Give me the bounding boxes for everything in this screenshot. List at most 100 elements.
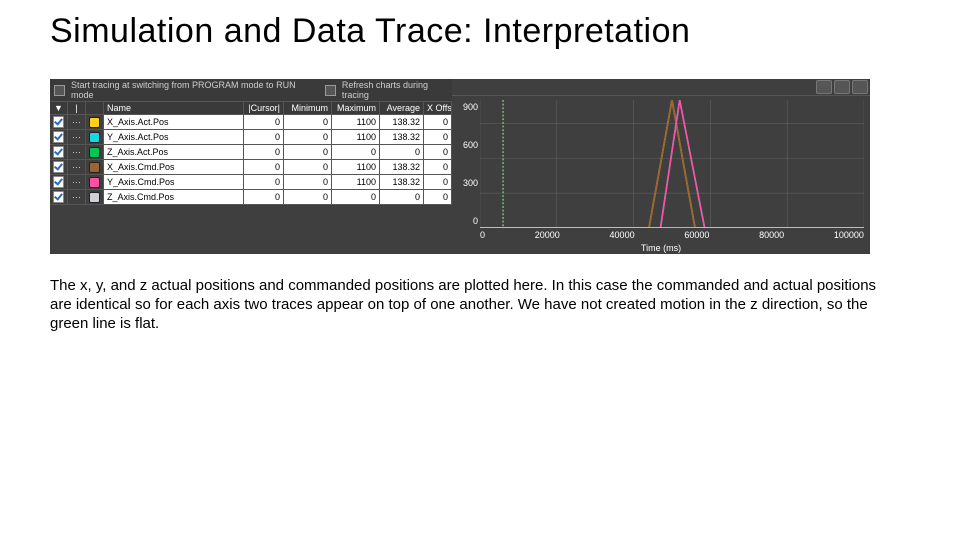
row-enable-checkbox[interactable]	[50, 190, 68, 204]
row-name: Z_Axis.Cmd.Pos	[104, 190, 244, 204]
chart-toolbar	[452, 79, 870, 96]
table-row[interactable]: ⋯X_Axis.Act.Pos001100138.320	[50, 115, 452, 130]
row-xoffset: 0	[424, 130, 452, 144]
checkbox-refresh-charts[interactable]	[325, 85, 336, 96]
x-tick: 20000	[535, 230, 560, 240]
row-enable-checkbox[interactable]	[50, 130, 68, 144]
row-min: 0	[284, 160, 332, 174]
row-name: X_Axis.Cmd.Pos	[104, 160, 244, 174]
row-cursor-val: 0	[244, 145, 284, 159]
row-color-swatch[interactable]	[86, 190, 104, 204]
row-color-swatch[interactable]	[86, 130, 104, 144]
series-line	[480, 100, 864, 228]
row-color-swatch[interactable]	[86, 115, 104, 129]
row-max: 1100	[332, 115, 380, 129]
table-row[interactable]: ⋯Y_Axis.Cmd.Pos001100138.320	[50, 175, 452, 190]
y-tick: 0	[473, 216, 478, 226]
row-enable-checkbox[interactable]	[50, 145, 68, 159]
row-avg: 138.32	[380, 175, 424, 189]
row-color-swatch[interactable]	[86, 160, 104, 174]
x-tick: 80000	[759, 230, 784, 240]
row-cursor-val: 0	[244, 130, 284, 144]
row-cursor-icon: ⋯	[68, 145, 86, 159]
row-max: 1100	[332, 175, 380, 189]
row-enable-checkbox[interactable]	[50, 115, 68, 129]
row-cursor-val: 0	[244, 175, 284, 189]
col-avg: Average	[380, 102, 424, 114]
zoom-fit-icon[interactable]	[852, 80, 868, 94]
opt-refresh-label: Refresh charts during tracing	[342, 80, 448, 100]
row-cursor-icon: ⋯	[68, 175, 86, 189]
row-cursor-val: 0	[244, 115, 284, 129]
row-avg: 138.32	[380, 115, 424, 129]
row-min: 0	[284, 190, 332, 204]
col-name: Name	[104, 102, 244, 114]
y-tick: 300	[463, 178, 478, 188]
table-row[interactable]: ⋯Z_Axis.Act.Pos00000	[50, 145, 452, 160]
row-xoffset: 0	[424, 145, 452, 159]
zoom-horiz-icon[interactable]	[816, 80, 832, 94]
series-line	[480, 100, 864, 228]
table-row[interactable]: ⋯Z_Axis.Cmd.Pos00000	[50, 190, 452, 205]
chart-pane: 900 600 300 0 0 20000 40000 60000 80000 100000 T…	[452, 79, 870, 254]
col-max: Maximum	[332, 102, 380, 114]
col-color	[86, 102, 104, 114]
trace-table: Start tracing at switching from PROGRAM …	[50, 79, 452, 254]
col-cursorval: |Cursor|	[244, 102, 284, 114]
row-color-swatch[interactable]	[86, 175, 104, 189]
row-cursor-val: 0	[244, 190, 284, 204]
col-toggle[interactable]: ▼	[50, 102, 68, 114]
row-avg: 0	[380, 190, 424, 204]
checkbox-start-tracing[interactable]	[54, 85, 65, 96]
row-min: 0	[284, 175, 332, 189]
row-min: 0	[284, 130, 332, 144]
row-cursor-icon: ⋯	[68, 190, 86, 204]
row-name: Z_Axis.Act.Pos	[104, 145, 244, 159]
row-xoffset: 0	[424, 175, 452, 189]
row-cursor-icon: ⋯	[68, 160, 86, 174]
row-max: 0	[332, 145, 380, 159]
series-line	[480, 100, 864, 228]
row-cursor-icon: ⋯	[68, 130, 86, 144]
table-header: ▼ | Name |Cursor| Minimum Maximum Averag…	[50, 102, 452, 115]
row-max: 1100	[332, 130, 380, 144]
row-cursor-icon: ⋯	[68, 115, 86, 129]
trace-panel: Start tracing at switching from PROGRAM …	[50, 79, 870, 254]
row-xoffset: 0	[424, 190, 452, 204]
row-cursor-val: 0	[244, 160, 284, 174]
row-min: 0	[284, 145, 332, 159]
col-cursor: |	[68, 102, 86, 114]
row-name: X_Axis.Act.Pos	[104, 115, 244, 129]
opt-start-label: Start tracing at switching from PROGRAM …	[71, 80, 300, 100]
col-min: Minimum	[284, 102, 332, 114]
table-row[interactable]: ⋯Y_Axis.Act.Pos001100138.320	[50, 130, 452, 145]
row-enable-checkbox[interactable]	[50, 175, 68, 189]
x-tick: 40000	[610, 230, 635, 240]
y-tick: 600	[463, 140, 478, 150]
x-tick: 0	[480, 230, 485, 240]
row-avg: 138.32	[380, 160, 424, 174]
chart-plot: 900 600 300 0 0 20000 40000 60000 80000 100000 T…	[452, 96, 870, 254]
table-row[interactable]: ⋯X_Axis.Cmd.Pos001100138.320	[50, 160, 452, 175]
zoom-box-icon[interactable]	[834, 80, 850, 94]
row-max: 0	[332, 190, 380, 204]
page-title: Simulation and Data Trace: Interpretatio…	[50, 12, 910, 51]
caption-text: The x, y, and z actual positions and com…	[50, 276, 890, 334]
row-enable-checkbox[interactable]	[50, 160, 68, 174]
row-avg: 138.32	[380, 130, 424, 144]
series-line	[480, 100, 864, 228]
y-tick: 900	[463, 102, 478, 112]
x-tick: 100000	[834, 230, 864, 240]
row-name: Y_Axis.Cmd.Pos	[104, 175, 244, 189]
row-color-swatch[interactable]	[86, 145, 104, 159]
row-name: Y_Axis.Act.Pos	[104, 130, 244, 144]
row-xoffset: 0	[424, 160, 452, 174]
col-xoffset: X Offse	[424, 102, 452, 114]
options-bar: Start tracing at switching from PROGRAM …	[50, 79, 452, 102]
x-tick: 60000	[684, 230, 709, 240]
row-xoffset: 0	[424, 115, 452, 129]
row-max: 1100	[332, 160, 380, 174]
row-min: 0	[284, 115, 332, 129]
x-axis-label: Time (ms)	[452, 243, 870, 253]
row-avg: 0	[380, 145, 424, 159]
